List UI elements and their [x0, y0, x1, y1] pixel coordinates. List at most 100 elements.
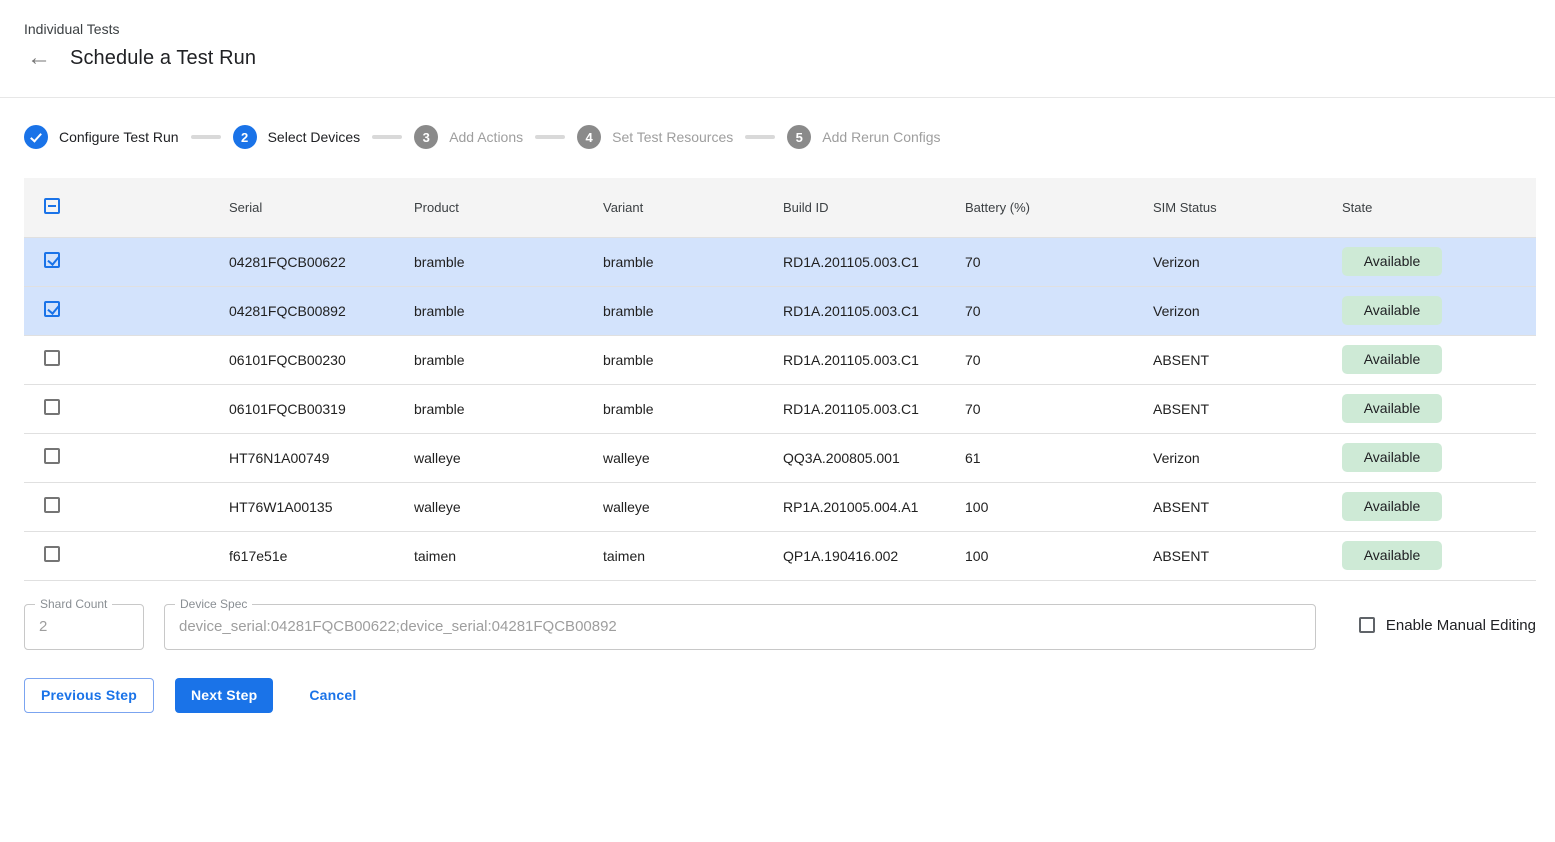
device-spec-field[interactable]: Device Spec device_serial:04281FQCB00622… [164, 604, 1316, 650]
table-row[interactable]: 04281FQCB00892 bramble bramble RD1A.2011… [24, 286, 1536, 335]
cell-build-id: QP1A.190416.002 [783, 531, 965, 580]
cell-product: taimen [414, 531, 603, 580]
step-connector [191, 135, 221, 139]
enable-manual-editing-checkbox[interactable] [1359, 617, 1375, 633]
step-number-circle: 2 [233, 125, 257, 149]
cell-product: walleye [414, 482, 603, 531]
table-row[interactable]: HT76N1A00749 walleye walleye QQ3A.200805… [24, 433, 1536, 482]
table-row[interactable]: 04281FQCB00622 bramble bramble RD1A.2011… [24, 237, 1536, 286]
step-connector [372, 135, 402, 139]
status-badge: Available [1342, 296, 1442, 325]
step-label: Select Devices [268, 129, 361, 145]
column-header-variant: Variant [603, 178, 783, 237]
status-badge: Available [1342, 443, 1442, 472]
device-spec-label: Device Spec [175, 597, 252, 611]
row-checkbox[interactable] [44, 448, 60, 464]
row-checkbox[interactable] [44, 350, 60, 366]
step-label: Add Actions [449, 129, 523, 145]
step-label: Set Test Resources [612, 129, 733, 145]
step-add-actions[interactable]: 3 Add Actions [414, 125, 523, 149]
cell-variant: bramble [603, 237, 783, 286]
step-connector [535, 135, 565, 139]
cell-product: walleye [414, 433, 603, 482]
cell-sim-status: ABSENT [1153, 335, 1342, 384]
status-badge: Available [1342, 394, 1442, 423]
check-icon [30, 130, 42, 142]
column-header-battery: Battery (%) [965, 178, 1153, 237]
cell-build-id: RP1A.201005.004.A1 [783, 482, 965, 531]
status-badge: Available [1342, 492, 1442, 521]
step-set-test-resources[interactable]: 4 Set Test Resources [577, 125, 733, 149]
back-arrow-icon[interactable]: ← [27, 46, 51, 70]
cell-battery: 70 [965, 237, 1153, 286]
step-complete-circle [24, 125, 48, 149]
cell-variant: bramble [603, 286, 783, 335]
row-checkbox[interactable] [44, 497, 60, 513]
enable-manual-editing-label: Enable Manual Editing [1386, 617, 1536, 634]
cell-serial: 04281FQCB00892 [229, 286, 414, 335]
step-label: Add Rerun Configs [822, 129, 940, 145]
cell-serial: 06101FQCB00230 [229, 335, 414, 384]
cell-sim-status: Verizon [1153, 433, 1342, 482]
page-title: Schedule a Test Run [70, 47, 256, 70]
step-label: Configure Test Run [59, 129, 179, 145]
cell-battery: 100 [965, 531, 1153, 580]
step-add-rerun-configs[interactable]: 5 Add Rerun Configs [787, 125, 940, 149]
cell-sim-status: ABSENT [1153, 384, 1342, 433]
cell-serial: 06101FQCB00319 [229, 384, 414, 433]
cell-battery: 70 [965, 286, 1153, 335]
cell-battery: 100 [965, 482, 1153, 531]
status-badge: Available [1342, 541, 1442, 570]
cell-variant: taimen [603, 531, 783, 580]
next-step-button[interactable]: Next Step [175, 678, 273, 713]
cell-battery: 70 [965, 335, 1153, 384]
step-connector [745, 135, 775, 139]
row-checkbox[interactable] [44, 252, 60, 268]
cell-product: bramble [414, 237, 603, 286]
cell-sim-status: ABSENT [1153, 482, 1342, 531]
cell-serial: HT76N1A00749 [229, 433, 414, 482]
select-all-checkbox[interactable] [44, 198, 60, 214]
table-row[interactable]: 06101FQCB00230 bramble bramble RD1A.2011… [24, 335, 1536, 384]
step-select-devices[interactable]: 2 Select Devices [233, 125, 361, 149]
previous-step-button[interactable]: Previous Step [24, 678, 154, 713]
row-checkbox[interactable] [44, 546, 60, 562]
table-row[interactable]: HT76W1A00135 walleye walleye RP1A.201005… [24, 482, 1536, 531]
status-badge: Available [1342, 247, 1442, 276]
cell-build-id: RD1A.201105.003.C1 [783, 286, 965, 335]
cell-sim-status: Verizon [1153, 237, 1342, 286]
cell-variant: bramble [603, 384, 783, 433]
shard-count-label: Shard Count [35, 597, 112, 611]
cell-build-id: RD1A.201105.003.C1 [783, 335, 965, 384]
shard-count-field[interactable]: Shard Count 2 [24, 604, 144, 650]
cell-battery: 70 [965, 384, 1153, 433]
column-header-build-id: Build ID [783, 178, 965, 237]
cell-build-id: RD1A.201105.003.C1 [783, 237, 965, 286]
column-header-product: Product [414, 178, 603, 237]
status-badge: Available [1342, 345, 1442, 374]
cancel-button[interactable]: Cancel [293, 678, 372, 713]
table-header-row: Serial Product Variant Build ID Battery … [24, 178, 1536, 237]
step-number-circle: 5 [787, 125, 811, 149]
cell-variant: walleye [603, 482, 783, 531]
page-header: Individual Tests ← Schedule a Test Run [0, 0, 1555, 98]
row-checkbox[interactable] [44, 301, 60, 317]
actions-row: Previous Step Next Step Cancel [24, 678, 1555, 713]
cell-serial: f617e51e [229, 531, 414, 580]
stepper: Configure Test Run 2 Select Devices 3 Ad… [24, 123, 1531, 151]
cell-sim-status: ABSENT [1153, 531, 1342, 580]
enable-manual-editing[interactable]: Enable Manual Editing [1359, 617, 1536, 634]
cell-product: bramble [414, 286, 603, 335]
column-header-state: State [1342, 178, 1536, 237]
step-number-circle: 4 [577, 125, 601, 149]
cell-product: bramble [414, 384, 603, 433]
table-row[interactable]: 06101FQCB00319 bramble bramble RD1A.2011… [24, 384, 1536, 433]
column-header-serial: Serial [229, 178, 414, 237]
row-checkbox[interactable] [44, 399, 60, 415]
cell-build-id: RD1A.201105.003.C1 [783, 384, 965, 433]
cell-variant: bramble [603, 335, 783, 384]
breadcrumb: Individual Tests [24, 21, 1555, 37]
device-table: Serial Product Variant Build ID Battery … [24, 178, 1536, 581]
table-row[interactable]: f617e51e taimen taimen QP1A.190416.002 1… [24, 531, 1536, 580]
step-configure-test-run[interactable]: Configure Test Run [24, 125, 179, 149]
